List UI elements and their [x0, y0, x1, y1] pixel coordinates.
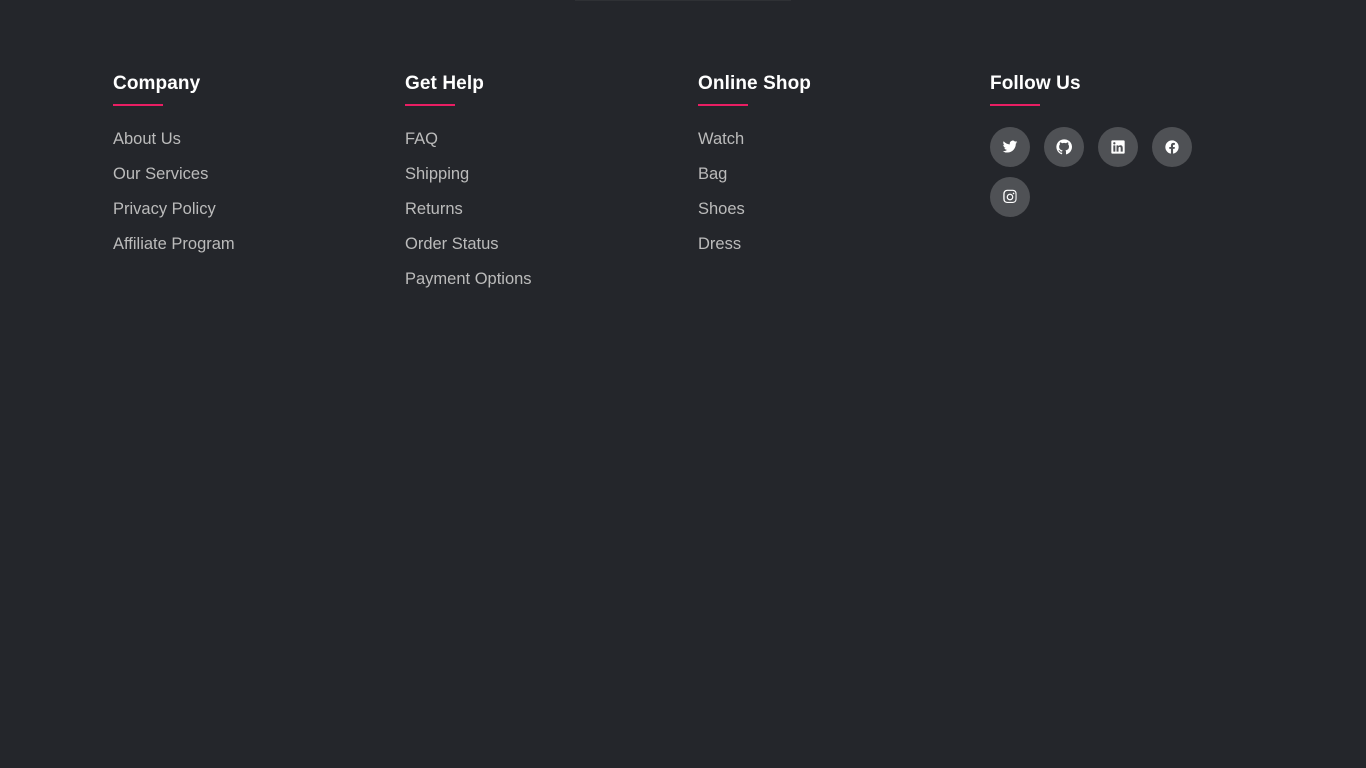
heading-underline — [405, 104, 455, 106]
list-item: Order Status — [405, 234, 665, 269]
github-button[interactable] — [1044, 127, 1084, 167]
link-about-us[interactable]: About Us — [113, 130, 181, 148]
linkedin-icon — [1111, 140, 1125, 154]
link-watch[interactable]: Watch — [698, 130, 744, 148]
footer-column-get-help: Get Help FAQ Shipping Returns Order Stat… — [405, 72, 665, 304]
link-faq[interactable]: FAQ — [405, 130, 438, 148]
heading-underline — [113, 104, 163, 106]
link-returns[interactable]: Returns — [405, 200, 463, 218]
list-item: Dress — [698, 234, 958, 269]
linkedin-button[interactable] — [1098, 127, 1138, 167]
facebook-button[interactable] — [1152, 127, 1192, 167]
footer-column-company: Company About Us Our Services Privacy Po… — [113, 72, 373, 269]
get-help-links: FAQ Shipping Returns Order Status Paymen… — [405, 129, 665, 304]
company-heading: Company — [113, 73, 201, 94]
footer-column-follow-us: Follow Us — [990, 72, 1250, 217]
list-item: About Us — [113, 129, 373, 164]
list-item: Bag — [698, 164, 958, 199]
github-icon — [1056, 139, 1072, 155]
online-shop-heading: Online Shop — [698, 73, 811, 94]
get-help-heading: Get Help — [405, 73, 484, 94]
list-item: Privacy Policy — [113, 199, 373, 234]
link-dress[interactable]: Dress — [698, 235, 741, 253]
link-affiliate-program[interactable]: Affiliate Program — [113, 235, 235, 253]
company-links: About Us Our Services Privacy Policy Aff… — [113, 129, 373, 269]
social-links — [990, 127, 1205, 217]
heading-underline — [698, 104, 748, 106]
link-our-services[interactable]: Our Services — [113, 165, 208, 183]
facebook-icon — [1165, 140, 1179, 154]
instagram-icon — [1003, 189, 1017, 204]
link-payment-options[interactable]: Payment Options — [405, 270, 532, 288]
link-privacy-policy[interactable]: Privacy Policy — [113, 200, 216, 218]
list-item: Payment Options — [405, 269, 665, 304]
list-item: Affiliate Program — [113, 234, 373, 269]
top-divider — [575, 0, 791, 1]
list-item: Returns — [405, 199, 665, 234]
list-item: Shoes — [698, 199, 958, 234]
online-shop-links: Watch Bag Shoes Dress — [698, 129, 958, 269]
list-item: Shipping — [405, 164, 665, 199]
footer-column-online-shop: Online Shop Watch Bag Shoes Dress — [698, 72, 958, 269]
twitter-button[interactable] — [990, 127, 1030, 167]
site-footer: Company About Us Our Services Privacy Po… — [0, 0, 1366, 768]
list-item: FAQ — [405, 129, 665, 164]
link-shipping[interactable]: Shipping — [405, 165, 469, 183]
follow-us-heading: Follow Us — [990, 73, 1081, 94]
twitter-icon — [1002, 140, 1018, 153]
link-bag[interactable]: Bag — [698, 165, 727, 183]
heading-underline — [990, 104, 1040, 106]
link-shoes[interactable]: Shoes — [698, 200, 745, 218]
list-item: Watch — [698, 129, 958, 164]
instagram-button[interactable] — [990, 177, 1030, 217]
list-item: Our Services — [113, 164, 373, 199]
link-order-status[interactable]: Order Status — [405, 235, 499, 253]
